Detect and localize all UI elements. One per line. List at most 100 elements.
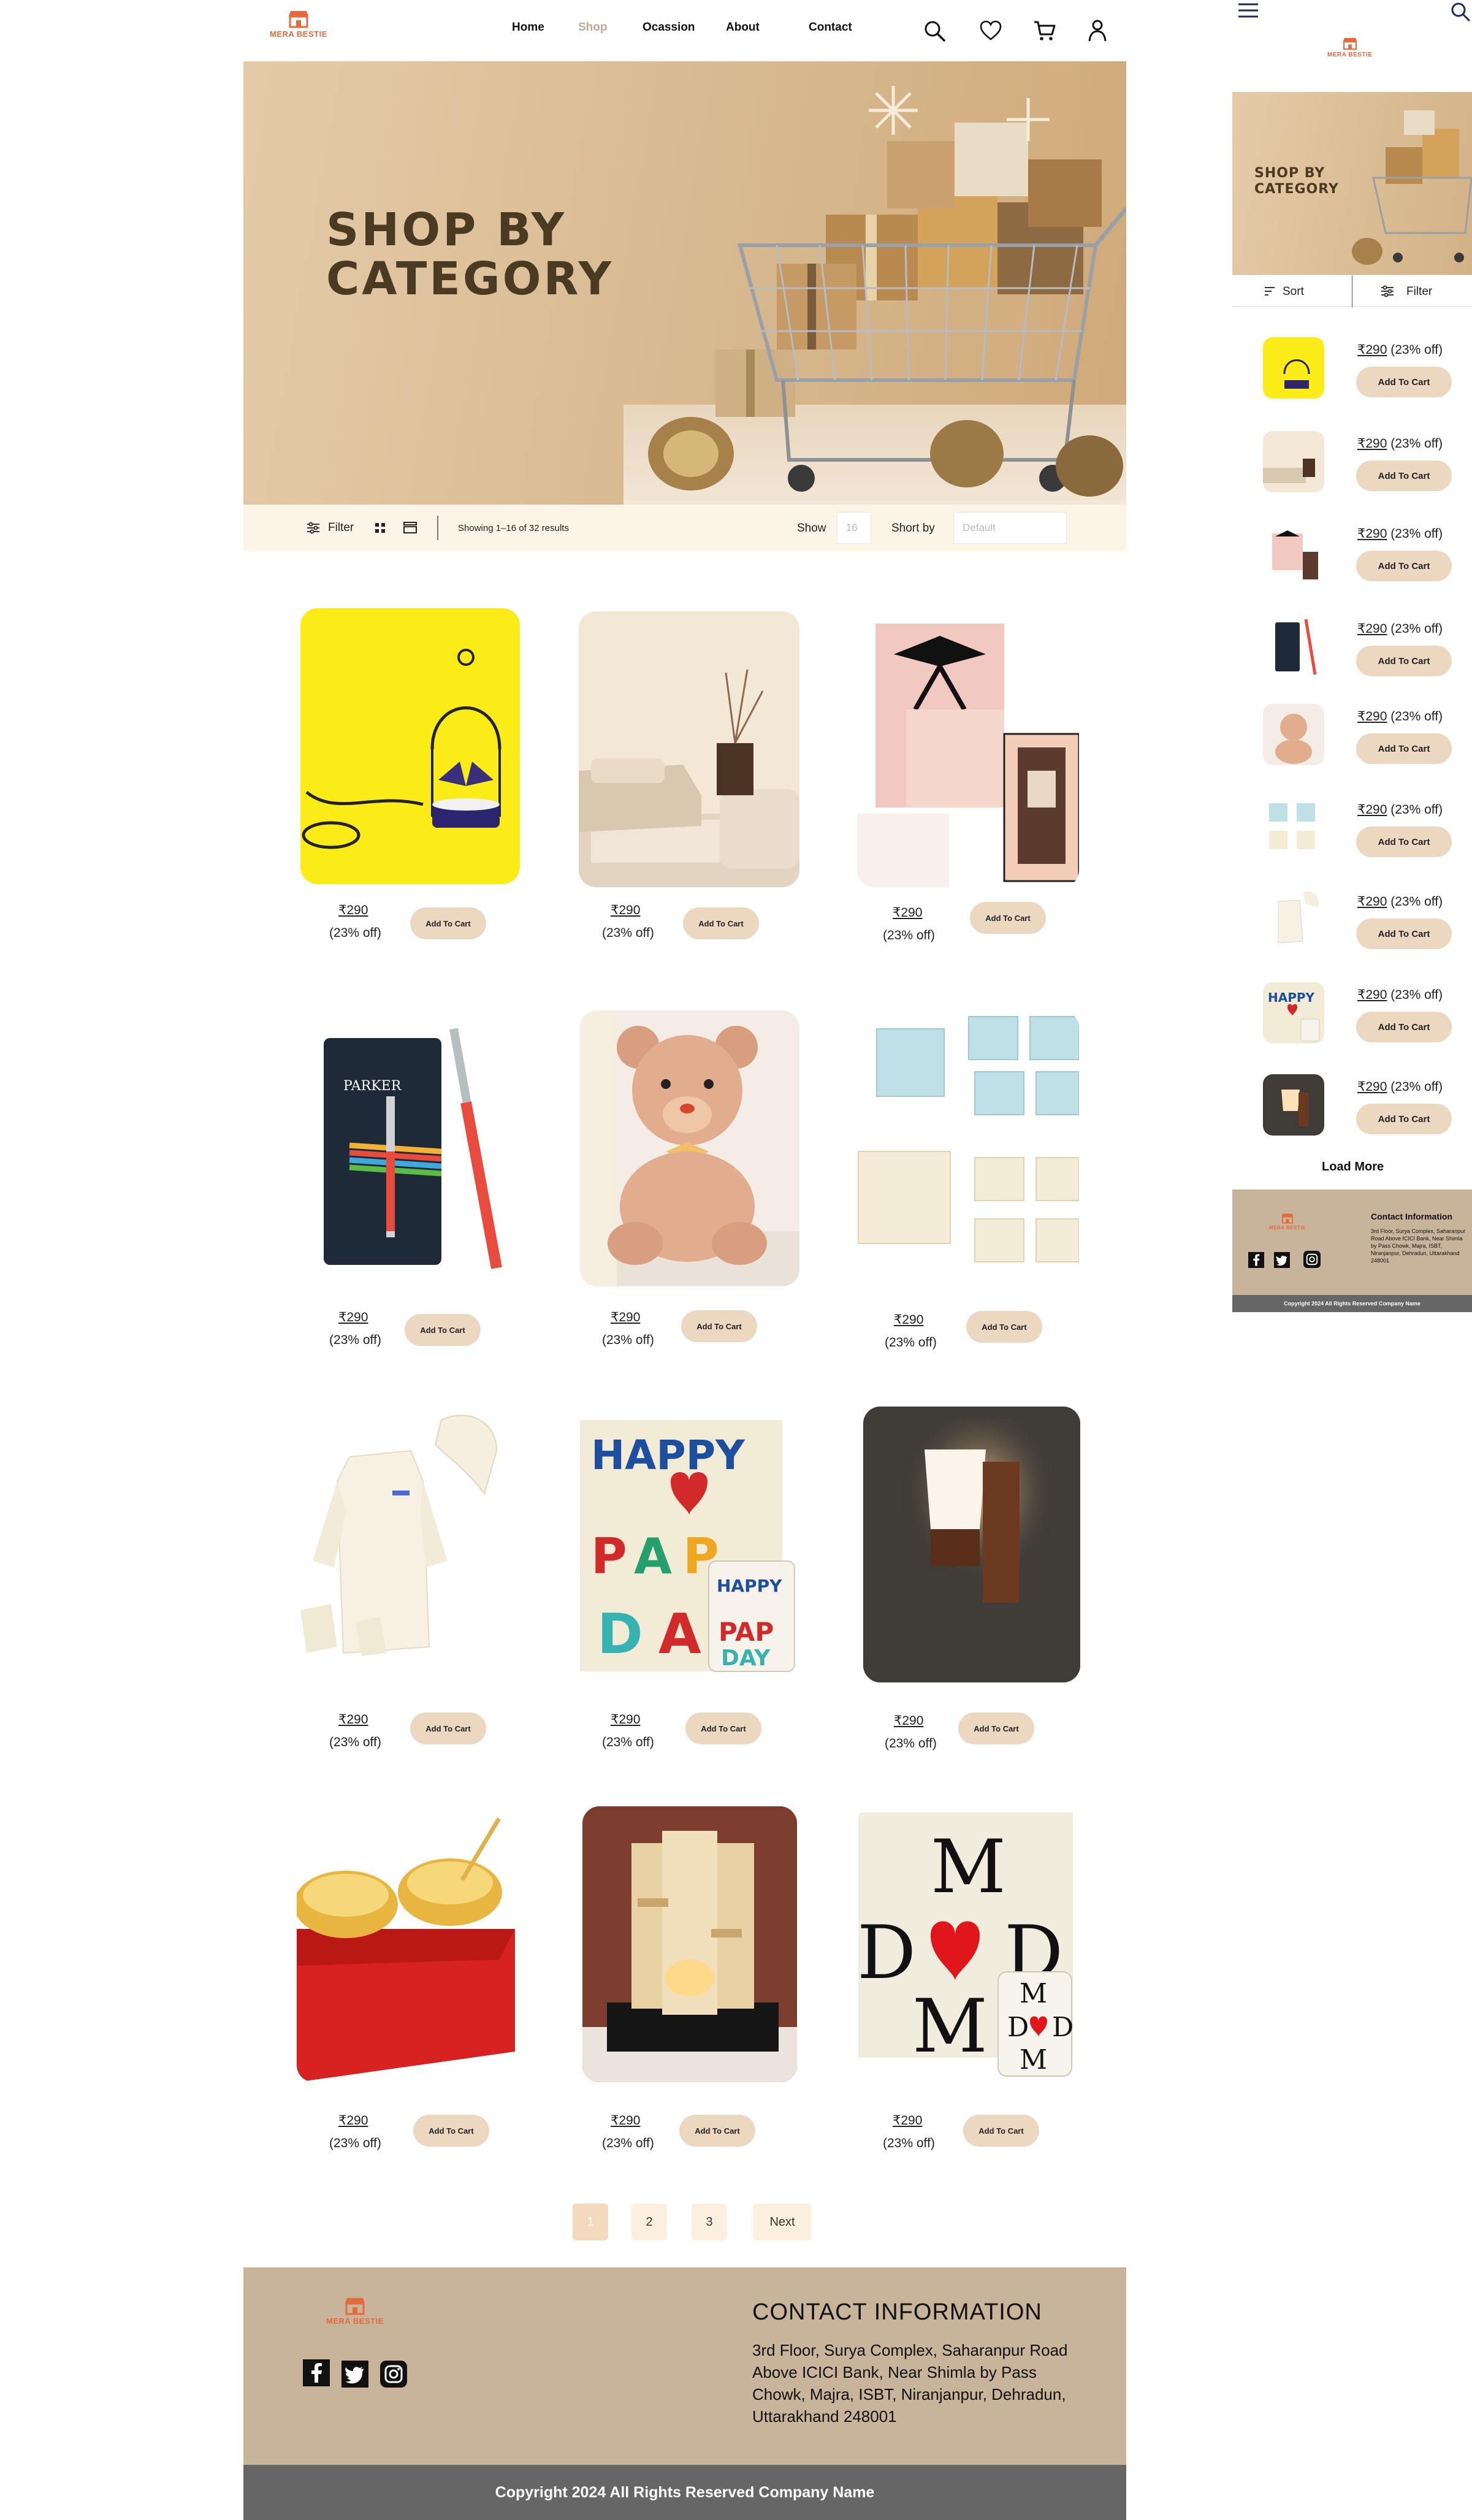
mobile-add-to-cart-button[interactable]: Add To Cart [1356, 733, 1452, 764]
product-price: ₹290 [611, 1712, 641, 1727]
mobile-hero-image [1352, 110, 1472, 265]
svg-text:D: D [597, 1602, 643, 1667]
nav-ocassion[interactable]: Ocassion [643, 21, 695, 34]
product-image-gold-bowls-set[interactable] [297, 1806, 515, 2082]
show-count-input[interactable]: 16 [837, 512, 871, 544]
load-more-button[interactable]: Load More [1322, 1160, 1384, 1174]
add-to-cart-button[interactable]: Add To Cart [679, 2115, 755, 2147]
mobile-filter-icon[interactable] [1381, 285, 1394, 297]
mobile-add-to-cart-button[interactable]: Add To Cart [1356, 918, 1452, 949]
mobile-add-to-cart-button[interactable]: Add To Cart [1356, 1104, 1452, 1134]
product-image-living-room-decor[interactable] [579, 611, 799, 887]
mobile-product-image[interactable] [1263, 1074, 1324, 1136]
mobile-product-image[interactable] [1263, 704, 1324, 765]
mobile-add-to-cart-button[interactable]: Add To Cart [1356, 827, 1452, 857]
mobile-product-image[interactable] [1263, 889, 1324, 950]
mobile-product-price: ₹290 (23% off) [1357, 988, 1443, 1002]
product-discount: (23% off) [602, 926, 654, 940]
mobile-brand-logo[interactable]: MERA BESTIE [1327, 37, 1372, 58]
facebook-icon[interactable] [303, 2359, 330, 2386]
product-image-teddy-bear[interactable] [580, 1010, 799, 1286]
product-image-kimirica-gift-box[interactable] [857, 611, 1079, 887]
filter-label[interactable]: Filter [328, 521, 354, 535]
add-to-cart-button[interactable]: Add To Cart [966, 1311, 1042, 1343]
mobile-add-to-cart-button[interactable]: Add To Cart [1356, 646, 1452, 676]
mobile-add-to-cart-button[interactable]: Add To Cart [1356, 551, 1452, 581]
product-discount: (23% off) [602, 1333, 654, 1347]
product-price: ₹290 [338, 2113, 368, 2128]
sort-select[interactable]: Default [953, 512, 1067, 544]
product-image-mom-dad-cushion[interactable]: M D D M M D D M [857, 1806, 1079, 2082]
mobile-facebook-icon[interactable] [1248, 1252, 1264, 1268]
show-label: Show [797, 522, 826, 535]
nav-contact[interactable]: Contact [809, 21, 852, 34]
product-image-butterfly-tealight-holder[interactable] [300, 608, 520, 884]
mobile-add-to-cart-button[interactable]: Add To Cart [1356, 1012, 1452, 1042]
mobile-product-price: ₹290 (23% off) [1357, 437, 1443, 451]
add-to-cart-button[interactable]: Add To Cart [405, 1314, 481, 1346]
add-to-cart-button[interactable]: Add To Cart [958, 1712, 1034, 1744]
mobile-footer-logo[interactable]: MERA BESTIE [1269, 1213, 1306, 1231]
mobile-product-price: ₹290 (23% off) [1357, 803, 1443, 817]
sort-icon[interactable] [1264, 286, 1275, 296]
nav-shop[interactable]: Shop [578, 21, 608, 34]
mobile-brand-name: MERA BESTIE [1327, 52, 1373, 58]
mobile-sort-label[interactable]: Sort [1283, 285, 1304, 299]
product-image-happy-papas-day-cushion[interactable]: HAPPY P A P D A HAPPY PAP DAY [579, 1408, 801, 1684]
product-image-wall-lamp[interactable] [863, 1407, 1080, 1682]
mobile-filter-label[interactable]: Filter [1406, 285, 1432, 299]
filter-icon[interactable] [307, 521, 320, 535]
product-price: ₹290 [338, 903, 368, 917]
page-3-button[interactable]: 3 [692, 2204, 727, 2240]
instagram-icon[interactable] [380, 2361, 407, 2388]
twitter-icon[interactable] [341, 2361, 368, 2388]
mobile-page: MERA BESTIE SHOP BY CATEGORY Sort Filter [1232, 0, 1472, 1312]
add-to-cart-button[interactable]: Add To Cart [413, 2115, 489, 2147]
heart-icon[interactable] [978, 18, 1003, 43]
user-icon[interactable] [1085, 18, 1110, 43]
mobile-product-image[interactable] [1263, 521, 1324, 582]
product-image-parker-pen[interactable]: PARKER [300, 1010, 521, 1286]
list-view-icon[interactable] [403, 521, 418, 535]
page-2-button[interactable]: 2 [631, 2204, 667, 2240]
product-image-gift-boxes[interactable] [852, 1010, 1079, 1286]
add-to-cart-button[interactable]: Add To Cart [410, 907, 486, 939]
add-to-cart-button[interactable]: Add To Cart [970, 902, 1046, 934]
svg-text:A: A [658, 1602, 701, 1667]
add-to-cart-button[interactable]: Add To Cart [681, 1310, 757, 1342]
footer-logo[interactable]: MERA BESTIE [326, 2297, 384, 2326]
hamburger-menu-icon[interactable] [1237, 2, 1259, 18]
product-image-baby-clothes-set[interactable] [300, 1408, 521, 1684]
mobile-add-to-cart-button[interactable]: Add To Cart [1356, 460, 1452, 491]
add-to-cart-button[interactable]: Add To Cart [685, 1712, 761, 1744]
store-icon [288, 11, 308, 28]
brand-logo[interactable]: MERA BESTIE [270, 10, 327, 39]
nav-home[interactable]: Home [512, 21, 544, 34]
add-to-cart-button[interactable]: Add To Cart [963, 2115, 1039, 2147]
add-to-cart-button[interactable]: Add To Cart [683, 907, 759, 939]
mobile-search-icon[interactable] [1450, 1, 1471, 22]
mobile-instagram-icon[interactable] [1303, 1251, 1321, 1268]
mobile-product-image[interactable] [1263, 431, 1324, 492]
hero-title: SHOP BY CATEGORY [326, 204, 614, 305]
next-page-button[interactable]: Next [753, 2204, 812, 2240]
search-icon[interactable] [922, 18, 947, 43]
mobile-product-row: ₹290 (23% off) Add To Cart [1232, 425, 1472, 517]
site-footer: MERA BESTIE CONTACT INFORMATION 3rd Floo… [243, 2267, 1126, 2465]
mobile-add-to-cart-button[interactable]: Add To Cart [1356, 367, 1452, 397]
product-image-table-fountain[interactable] [582, 1806, 797, 2082]
product-discount: (23% off) [602, 2136, 654, 2150]
mobile-product-image[interactable]: HAPPY [1263, 982, 1324, 1044]
mobile-product-image[interactable] [1263, 337, 1324, 399]
product-discount: (23% off) [329, 2136, 381, 2150]
mobile-product-image[interactable] [1263, 797, 1324, 858]
add-to-cart-button[interactable]: Add To Cart [410, 1712, 486, 1744]
product-price: ₹290 [611, 1310, 641, 1324]
mobile-product-image[interactable] [1263, 616, 1324, 678]
shop-toolbar: Filter Showing 1–16 of 32 results Show 1… [243, 505, 1126, 551]
nav-about[interactable]: About [726, 21, 760, 34]
page-1-button[interactable]: 1 [573, 2204, 608, 2240]
grid-view-icon[interactable] [375, 522, 386, 533]
mobile-twitter-icon[interactable] [1274, 1252, 1290, 1268]
cart-icon[interactable] [1032, 18, 1057, 43]
